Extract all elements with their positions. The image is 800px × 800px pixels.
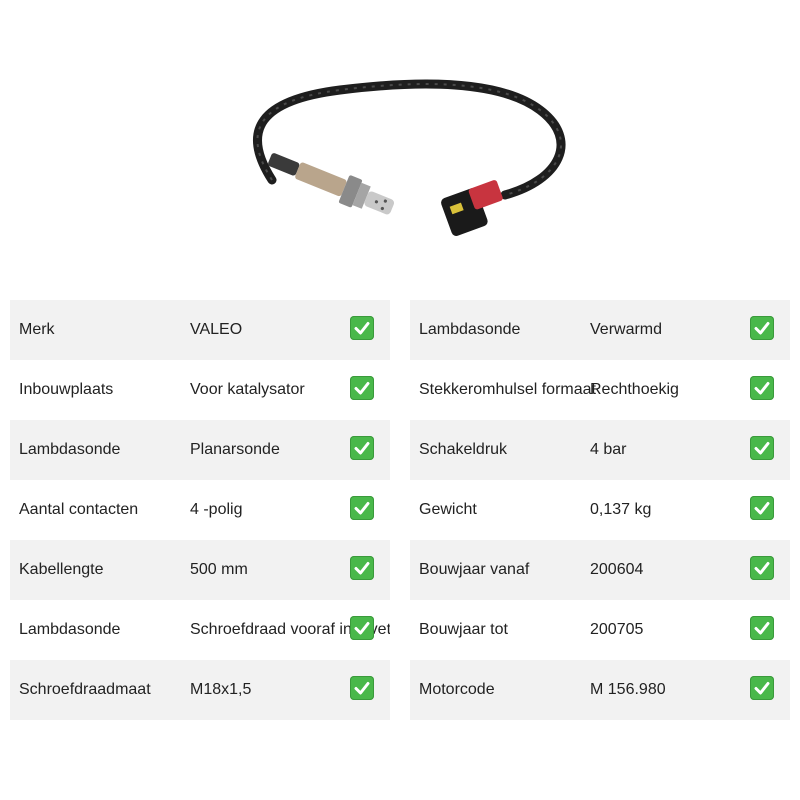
spec-value: 4 bar <box>590 441 627 458</box>
check-mark-icon <box>750 376 774 400</box>
spec-value: Planarsonde <box>190 441 280 458</box>
check-mark-icon <box>750 316 774 340</box>
check-mark-icon <box>350 376 374 400</box>
check-mark-icon <box>750 616 774 640</box>
spec-value: 500 mm <box>190 561 248 578</box>
spec-row: Schakeldruk 4 bar <box>410 420 790 480</box>
spec-row: Aantal contacten 4 -polig <box>10 480 390 540</box>
spec-value: VALEO <box>190 321 243 338</box>
spec-row: Stekkeromhulsel formaat Rechthoekig <box>410 360 790 420</box>
spec-label: Merk <box>19 321 55 338</box>
spec-row: Inbouwplaats Voor katalysator <box>10 360 390 420</box>
spec-label: Bouwjaar tot <box>419 621 508 638</box>
spec-table-right: Lambdasonde Verwarmd Stekkeromhulsel for… <box>410 300 790 720</box>
spec-row: Kabellengte 500 mm <box>10 540 390 600</box>
check-mark-icon <box>750 436 774 460</box>
check-mark-icon <box>350 316 374 340</box>
check-mark-icon <box>350 676 374 700</box>
spec-row: Lambdasonde Planarsonde <box>10 420 390 480</box>
spec-label: Bouwjaar vanaf <box>419 561 530 578</box>
spec-label: Inbouwplaats <box>19 381 114 398</box>
spec-value: 4 -polig <box>190 501 243 518</box>
spec-row: Lambdasonde Schroefdraad vooraf ingevet <box>10 600 390 660</box>
spec-value: 200705 <box>590 621 644 638</box>
spec-value: Verwarmd <box>590 321 663 338</box>
check-mark-icon <box>750 556 774 580</box>
spec-value: Rechthoekig <box>590 381 679 398</box>
spec-table-left: Merk VALEO Inbouwplaats Voor katalysator… <box>10 300 390 720</box>
spec-label: Schakeldruk <box>419 441 508 458</box>
spec-label: Lambdasonde <box>19 621 121 638</box>
spec-value: 200604 <box>590 561 644 578</box>
spec-row: Schroefdraadmaat M18x1,5 <box>10 660 390 720</box>
check-mark-icon <box>350 616 374 640</box>
product-image <box>200 60 600 280</box>
spec-label: Motorcode <box>419 681 495 698</box>
spec-value: Voor katalysator <box>190 381 305 398</box>
spec-value: 0,137 kg <box>590 501 652 518</box>
spec-label: Lambdasonde <box>19 441 121 458</box>
spec-row: Gewicht 0,137 kg <box>410 480 790 540</box>
spec-label: Kabellengte <box>19 561 104 578</box>
spec-label: Stekkeromhulsel formaat <box>419 381 596 398</box>
check-mark-icon <box>750 676 774 700</box>
check-mark-icon <box>350 436 374 460</box>
spec-value: M18x1,5 <box>190 681 252 698</box>
check-mark-icon <box>350 496 374 520</box>
spec-row: Bouwjaar vanaf 200604 <box>410 540 790 600</box>
check-mark-icon <box>750 496 774 520</box>
spec-label: Aantal contacten <box>19 501 139 518</box>
spec-row: Merk VALEO <box>10 300 390 360</box>
check-mark-icon <box>350 556 374 580</box>
spec-row: Motorcode M 156.980 <box>410 660 790 720</box>
spec-label: Schroefdraadmaat <box>19 681 151 698</box>
spec-row: Bouwjaar tot 200705 <box>410 600 790 660</box>
spec-row: Lambdasonde Verwarmd <box>410 300 790 360</box>
spec-value: M 156.980 <box>590 681 666 698</box>
spec-label: Gewicht <box>419 501 477 518</box>
spec-label: Lambdasonde <box>419 321 521 338</box>
